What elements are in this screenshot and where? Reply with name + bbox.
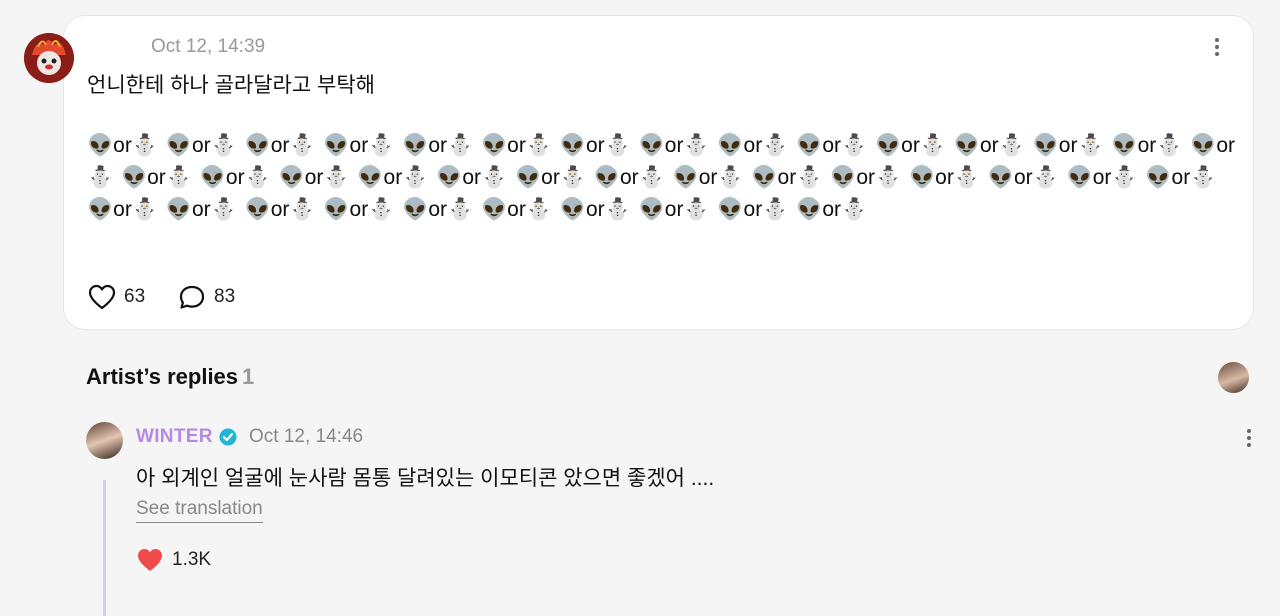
comment-button[interactable]: 83 [178, 284, 235, 310]
user-avatar-image [24, 33, 74, 83]
post-more-icon[interactable] [1207, 35, 1227, 59]
comment-count: 83 [214, 286, 236, 307]
reply-like-button[interactable]: 1.3K [136, 547, 211, 573]
heart-outline-icon [88, 284, 116, 310]
artist-avatar[interactable] [86, 422, 123, 459]
user-avatar[interactable] [24, 33, 74, 83]
comment-bubble-icon [179, 285, 205, 309]
artist-replies-header: Artist’s replies 1 [86, 364, 254, 390]
artist-name[interactable]: WINTER [136, 426, 213, 448]
post-timestamp: Oct 12, 14:39 [151, 36, 266, 57]
reply-timestamp: Oct 12, 14:46 [249, 426, 364, 447]
artist-avatar-small[interactable] [1218, 362, 1249, 393]
reply-more-icon[interactable] [1239, 426, 1259, 450]
reply-text: 아 외계인 얼굴에 눈사람 몸통 달려있는 이모티콘 았으면 좋겠어 .... [136, 467, 715, 490]
thread-line [103, 480, 106, 616]
see-translation-link[interactable]: See translation [136, 498, 263, 523]
like-count: 63 [124, 286, 146, 307]
reply-like-count: 1.3K [172, 549, 212, 570]
post-text: 언니한테 하나 골라달라고 부탁해 [87, 74, 375, 97]
post-emoji-body: 👽or⛄️ 👽or⛄️ 👽or⛄️ 👽or⛄️ 👽or⛄️ 👽or⛄️ 👽or⛄… [87, 134, 1236, 221]
verified-badge-icon [219, 428, 237, 446]
artist-replies-title: Artist’s replies [86, 364, 239, 389]
heart-filled-icon [138, 549, 162, 571]
like-button[interactable]: 63 [88, 284, 145, 310]
artist-replies-count: 1 [242, 364, 255, 389]
